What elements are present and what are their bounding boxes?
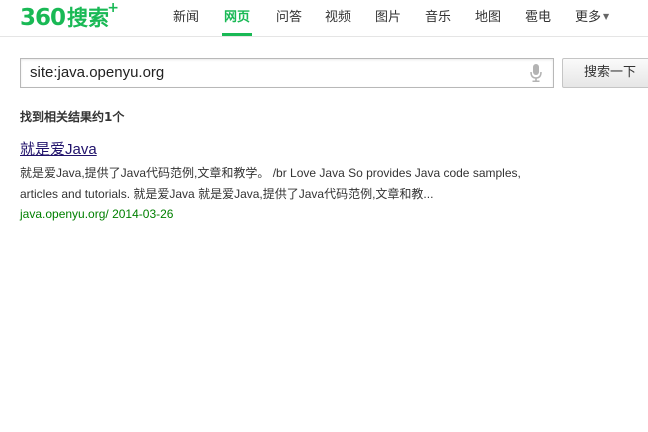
logo-text: 搜索: [67, 6, 110, 30]
top-header: 360 搜索 + 新闻 网页 问答 视频 图片 音乐 地图 雹电 更多 ▼: [0, 0, 648, 37]
result-count: 找到相关结果约1个: [20, 110, 125, 124]
nav-item-more-label: 更多: [575, 10, 602, 25]
logo-360-search[interactable]: 360 搜索 +: [20, 0, 119, 33]
active-tab-indicator: [222, 33, 252, 36]
result-snippet: 就是爱Java,提供了Java代码范例,文章和教学。 /br Love Java…: [20, 163, 560, 205]
logo-digits: 360: [20, 5, 66, 31]
nav-item-tv[interactable]: 雹电: [525, 9, 551, 27]
result-url[interactable]: java.openyu.org/: [20, 207, 109, 221]
nav-item-qa[interactable]: 问答: [276, 9, 302, 27]
result-snippet-line-1: 就是爱Java,提供了Java代码范例,文章和教学。 /br Love Java…: [20, 166, 521, 180]
nav-item-maps[interactable]: 地图: [475, 9, 501, 27]
result-date: 2014-03-26: [112, 207, 174, 221]
logo-plus: +: [107, 0, 120, 16]
result-snippet-line-2: articles and tutorials. 就是爱Java 就是爱Java,…: [20, 187, 434, 201]
nav-item-video[interactable]: 视频: [325, 9, 351, 27]
search-result: 就是爱Java 就是爱Java,提供了Java代码范例,文章和教学。 /br L…: [20, 139, 580, 223]
search-button[interactable]: 搜索一下: [562, 58, 648, 88]
search-box: [20, 58, 554, 88]
nav-item-more[interactable]: 更多 ▼: [575, 9, 609, 28]
chevron-down-icon: ▼: [603, 12, 610, 21]
nav-item-web[interactable]: 网页: [224, 9, 250, 27]
nav-item-news[interactable]: 新闻: [173, 9, 199, 27]
nav-item-images[interactable]: 图片: [375, 9, 401, 27]
microphone-icon[interactable]: [529, 64, 543, 82]
result-url-line: java.openyu.org/ 2014-03-26: [20, 205, 580, 223]
result-title-link[interactable]: 就是爱Java: [20, 139, 97, 161]
search-input[interactable]: [21, 59, 520, 87]
nav-item-music[interactable]: 音乐: [425, 9, 451, 27]
